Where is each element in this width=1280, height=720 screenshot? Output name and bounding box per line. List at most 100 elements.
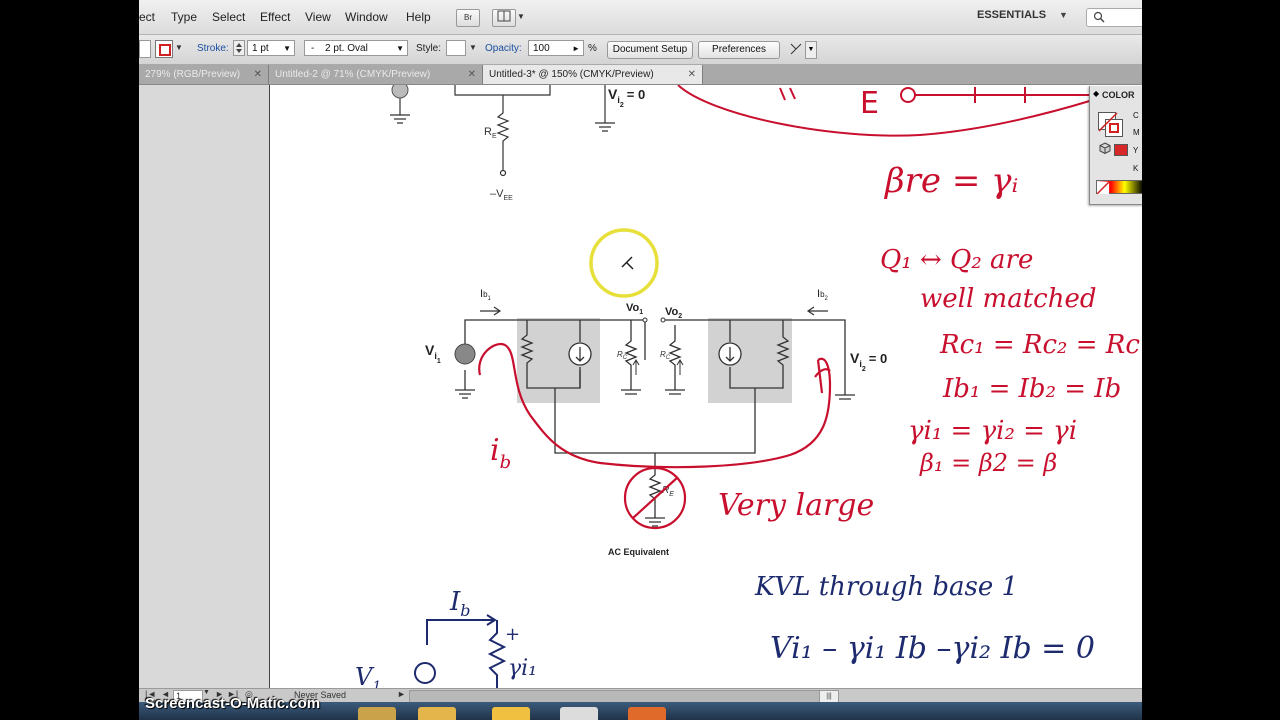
menu-effect[interactable]: Effect [260, 10, 290, 24]
taskbar-app-icon[interactable] [560, 707, 598, 720]
svg-text:KVL through base 1: KVL through base 1 [754, 572, 1018, 602]
horizontal-scrollbar[interactable] [409, 690, 821, 702]
svg-text:+: + [505, 624, 520, 645]
menu-select[interactable]: Select [212, 10, 245, 24]
preferences-button[interactable]: Preferences [698, 41, 780, 59]
illustrator-window: ect Type Select Effect View Window Help … [139, 0, 1142, 702]
none-swatch-icon[interactable] [1096, 181, 1110, 195]
graphic-style-swatch[interactable] [446, 40, 466, 56]
top-source-icon [391, 85, 409, 99]
opacity-label[interactable]: Opacity: [485, 43, 522, 54]
ib2-label: Ib2 [817, 288, 829, 302]
panel-collapse-icon[interactable]: ◆ [1093, 89, 1099, 98]
svg-text:well matched: well matched [920, 284, 1096, 314]
status-menu-arrow-icon[interactable]: ► [397, 689, 406, 699]
close-icon[interactable]: ✕ [254, 65, 262, 84]
menu-type[interactable]: Type [171, 10, 197, 24]
arrange-documents-button[interactable] [492, 9, 516, 27]
workspace-switcher[interactable]: ESSENTIALS [977, 9, 1046, 21]
none-slash-icon [1098, 112, 1118, 132]
brush-definition-value: 2 pt. Oval [325, 43, 368, 54]
color-spectrum-bar[interactable] [1096, 180, 1142, 195]
isolate-icon[interactable] [789, 41, 803, 57]
tab-untitled-2[interactable]: Untitled-2 @ 71% (CMYK/Preview) ✕ [269, 65, 483, 84]
blue-ib-label: Ib [449, 587, 471, 620]
vo1-label: Vo1 [626, 302, 643, 316]
taskbar-app-icon[interactable] [358, 707, 396, 720]
pasteboard [139, 85, 269, 688]
menu-view[interactable]: View [305, 10, 331, 24]
brush-definition-select[interactable]: - 2 pt. Oval ▼ [304, 40, 408, 56]
fill-swatch[interactable] [139, 40, 151, 58]
menu-bar: ect Type Select Effect View Window Help … [139, 0, 1142, 35]
menu-help[interactable]: Help [406, 10, 431, 24]
red-arc-top [677, 85, 1094, 137]
red-ib-label: ib [490, 433, 511, 473]
svg-text:β₁ = β2 = β: β₁ = β2 = β [919, 449, 1057, 477]
artboard[interactable]: RE –VEE Vi2= 0 E βre = γᵢ Vi1 Vi2= 0 Ib1… [269, 85, 1142, 688]
vi2-top-label: Vi2= 0 [608, 86, 645, 109]
tab-label: Untitled-2 @ 71% (CMYK/Preview) [275, 69, 431, 80]
taskbar-folder-icon[interactable] [418, 707, 456, 720]
opacity-input[interactable]: 100 ► [528, 40, 584, 56]
chevron-down-icon: ▼ [283, 44, 291, 53]
vi2-zero-label: Vi2= 0 [850, 350, 887, 373]
tab-label: 279% (RGB/Preview) [145, 69, 241, 80]
re-top-label: RE [484, 126, 497, 140]
rc2-label: RC [660, 350, 671, 361]
gamut-swatch[interactable] [1114, 144, 1128, 156]
vee-label: –VEE [490, 188, 513, 202]
arrange-caret-icon[interactable]: ▼ [517, 12, 525, 21]
stroke-weight-value: 1 pt [252, 43, 269, 54]
taskbar-app-icon[interactable] [492, 707, 530, 720]
tab-document-1[interactable]: 279% (RGB/Preview) ✕ [139, 65, 269, 84]
vi1-label: Vi1 [425, 342, 441, 365]
arrange-grid-icon [497, 10, 511, 22]
color-panel[interactable]: ◆ COLOR C M Y K [1089, 86, 1142, 205]
stroke-swatch-caret-icon[interactable]: ▼ [175, 43, 183, 52]
document-setup-button[interactable]: Document Setup [607, 41, 693, 59]
blue-notes: KVL through base 1 Vi₁ – γi₁ Ib –γi₂ Ib … [355, 572, 1095, 688]
scrollbar-grip-icon[interactable]: ||| [819, 690, 839, 702]
stroke-stepper[interactable] [233, 40, 245, 56]
svg-text:γi₁ = γi₂ = γi: γi₁ = γi₂ = γi [908, 416, 1077, 446]
panel-menu-icon[interactable]: ▼ [805, 41, 817, 59]
search-icon [1093, 11, 1105, 23]
yellow-label: Y [1133, 146, 1139, 155]
svg-text:Rc₁ = Rc₂ = Rc: Rc₁ = Rc₂ = Rc [939, 330, 1140, 360]
dash-icon: - [311, 43, 315, 54]
close-icon[interactable]: ✕ [468, 65, 476, 84]
svg-text:Ib₁ = Ib₂ = Ib: Ib₁ = Ib₂ = Ib [942, 374, 1121, 404]
tab-label: Untitled-3* @ 150% (CMYK/Preview) [489, 69, 654, 80]
stepper-arrows-icon [236, 43, 242, 53]
menu-object[interactable]: ect [139, 10, 155, 24]
magenta-label: M [1133, 128, 1140, 137]
tab-untitled-3[interactable]: Untitled-3* @ 150% (CMYK/Preview) ✕ [483, 65, 703, 84]
vo2-label: Vo2 [665, 306, 682, 320]
beta-re-note: βre = γᵢ [883, 161, 1018, 201]
cursor-highlight [589, 228, 659, 298]
taskbar-app-icon[interactable] [628, 707, 666, 720]
chevron-right-icon: ► [572, 44, 580, 53]
chevron-down-icon: ▼ [396, 44, 404, 53]
workspace-caret-icon[interactable]: ▼ [1059, 10, 1068, 20]
red-equations: Q₁ ↔ Q₂ are well matched Rc₁ = Rc₂ = Rc … [880, 245, 1140, 477]
stroke-label[interactable]: Stroke: [197, 43, 229, 54]
rc1-label: RC [617, 350, 628, 361]
search-help-input[interactable] [1086, 8, 1142, 27]
close-icon[interactable]: ✕ [688, 65, 696, 84]
menu-window[interactable]: Window [345, 10, 388, 24]
very-large-note: Very large [718, 488, 874, 523]
cyan-label: C [1133, 111, 1139, 120]
screen-border-right [1142, 0, 1280, 720]
stroke-weight-select[interactable]: 1 pt ▼ [247, 40, 295, 56]
document-tabs: 279% (RGB/Preview) ✕ Untitled-2 @ 71% (CM… [139, 65, 1142, 85]
ib1-label: Ib1 [480, 288, 492, 302]
opacity-value: 100 [533, 43, 550, 54]
svg-text:γi₁: γi₁ [508, 656, 537, 681]
stroke-swatch[interactable] [155, 40, 173, 58]
bridge-button[interactable]: Br [456, 9, 480, 27]
pencil-cursor-icon [621, 256, 634, 270]
out-of-gamut-cube-icon[interactable] [1099, 142, 1111, 154]
style-caret-icon[interactable]: ▼ [469, 43, 477, 52]
